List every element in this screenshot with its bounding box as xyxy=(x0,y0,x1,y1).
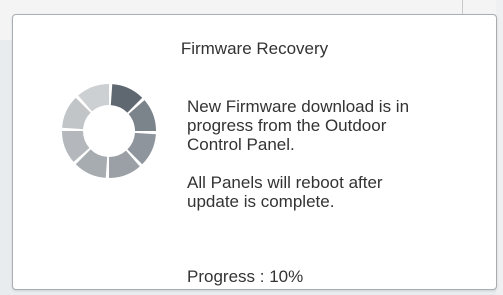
firmware-recovery-dialog: Firmware Recovery New Firmware download … xyxy=(12,14,497,290)
note-line: update is complete. xyxy=(187,192,335,211)
message-line: New Firmware download is in xyxy=(187,97,410,116)
message-line: progress from the Outdoor xyxy=(187,116,387,135)
loading-spinner-icon xyxy=(62,84,156,178)
message-line: Control Panel. xyxy=(187,135,295,154)
progress-text: Progress : 10% xyxy=(187,267,304,286)
background-scroll-area xyxy=(496,0,503,295)
dialog-message: New Firmware download is in progress fro… xyxy=(187,97,477,211)
dialog-title: Firmware Recovery xyxy=(180,39,329,58)
note-line: All Panels will reboot after xyxy=(187,173,383,192)
